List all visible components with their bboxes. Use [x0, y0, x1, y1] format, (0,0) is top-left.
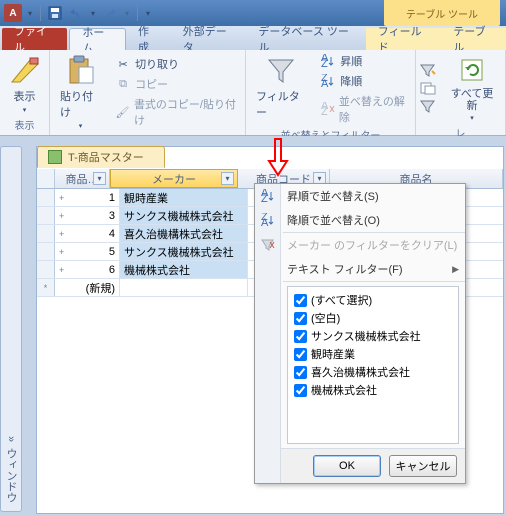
sort-asc-icon: AZ — [320, 53, 336, 69]
selection-icon[interactable] — [420, 62, 436, 78]
toggle-filter-icon[interactable] — [420, 98, 436, 114]
clear-sort-icon: AZ — [320, 101, 335, 117]
expand-icon[interactable]: + — [59, 265, 64, 275]
ok-button[interactable]: OK — [313, 455, 381, 477]
check-item[interactable]: サンクス機械株式会社 — [292, 327, 454, 345]
svg-text:A: A — [261, 217, 269, 227]
row-selector[interactable] — [37, 189, 55, 206]
brush-icon: 🖌 — [115, 104, 130, 120]
row-selector[interactable] — [37, 225, 55, 242]
menu-clear-filter: メーカー のフィルターをクリア(L) — [255, 233, 465, 257]
col-maker-dropdown[interactable]: ▾ — [221, 172, 234, 185]
paste-icon — [65, 54, 97, 86]
sort-desc-icon: ZA — [260, 212, 276, 228]
checkbox[interactable] — [294, 294, 307, 307]
check-item[interactable]: 機械株式会社 — [292, 381, 454, 399]
funnel-icon — [265, 54, 297, 86]
checkbox[interactable] — [294, 384, 307, 397]
paste-label: 貼り付け — [60, 88, 101, 120]
save-button[interactable] — [46, 4, 64, 22]
format-painter-button[interactable]: 🖌 書式のコピー/貼り付け — [113, 95, 241, 129]
nav-pane-collapsed[interactable]: » ウィンドウ — [0, 146, 22, 512]
checkbox[interactable] — [294, 312, 307, 325]
redo-button[interactable] — [101, 4, 119, 22]
table-icon — [48, 150, 62, 164]
checkbox[interactable] — [294, 366, 307, 379]
check-item[interactable]: 観時産業 — [292, 345, 454, 363]
row-selector[interactable] — [37, 207, 55, 224]
check-item[interactable]: (空白) — [292, 309, 454, 327]
expand-icon[interactable]: + — [59, 229, 64, 239]
tab-table[interactable]: テーブル — [441, 28, 506, 50]
checkbox[interactable] — [294, 348, 307, 361]
column-filter-menu: AZ 昇順で並べ替え(S) ZA 降順で並べ替え(O) メーカー のフィルターを… — [254, 183, 466, 484]
check-item[interactable]: (すべて選択) — [292, 291, 454, 309]
undo-dropdown[interactable]: ▾ — [88, 9, 98, 18]
clear-sort-button[interactable]: AZ 並べ替えの解除 — [318, 92, 411, 126]
undo-button[interactable] — [67, 4, 85, 22]
copy-icon: ⧉ — [115, 76, 131, 92]
tab-home[interactable]: ホーム — [69, 28, 126, 50]
expand-icon[interactable]: + — [59, 247, 64, 257]
check-item[interactable]: 喜久治機構株式会社 — [292, 363, 454, 381]
app-icon: A — [4, 4, 22, 22]
advanced-filter-icon[interactable] — [420, 80, 436, 96]
select-all-cell[interactable] — [37, 169, 55, 188]
filter-checklist[interactable]: (すべて選択) (空白) サンクス機械株式会社 観時産業 喜久治機構株式会社 機… — [287, 286, 459, 444]
svg-text:Z: Z — [321, 106, 328, 116]
menu-sort-asc[interactable]: AZ 昇順で並べ替え(S) — [255, 184, 465, 208]
tab-create[interactable]: 作成 — [126, 28, 171, 50]
ribbon-tabs: ファイル ホーム 作成 外部データ データベース ツール フィールド テーブル — [0, 26, 506, 50]
new-row-marker: * — [37, 279, 55, 296]
view-label: 表示 — [14, 88, 36, 104]
tab-fields[interactable]: フィールド — [366, 28, 441, 50]
refresh-label: すべて更新 — [449, 88, 495, 112]
tab-database-tools[interactable]: データベース ツール — [246, 28, 365, 50]
cut-button[interactable]: ✂ 切り取り — [113, 55, 241, 73]
view-button[interactable]: 表示 ▾ — [4, 52, 45, 116]
checkbox[interactable] — [294, 330, 307, 343]
app-menu-dropdown[interactable]: ▾ — [25, 9, 35, 18]
cancel-button[interactable]: キャンセル — [389, 455, 457, 477]
group-view: 表示 — [4, 116, 45, 133]
col-maker[interactable]: メーカー ▾ — [110, 169, 238, 188]
scissors-icon: ✂ — [115, 56, 131, 72]
svg-text:Z: Z — [261, 193, 268, 203]
filter-button[interactable]: フィルター — [250, 52, 312, 126]
tab-file[interactable]: ファイル — [2, 28, 67, 50]
menu-text-filters[interactable]: テキスト フィルター(F) ▶ — [255, 257, 465, 281]
refresh-all-button[interactable]: すべて更新 ▾ — [443, 52, 501, 124]
qat-customize[interactable]: ▾ — [143, 9, 153, 18]
clear-filter-icon — [260, 237, 276, 253]
copy-button[interactable]: ⧉ コピー — [113, 75, 241, 93]
view-icon — [9, 54, 41, 86]
filter-buttons: OK キャンセル — [255, 448, 465, 483]
svg-text:Z: Z — [321, 58, 328, 68]
paste-button[interactable]: 貼り付け ▾ — [54, 52, 107, 132]
submenu-arrow-icon: ▶ — [452, 264, 459, 275]
row-selector[interactable] — [37, 261, 55, 278]
col-id[interactable]: 商品… ▾ — [55, 169, 110, 188]
sort-asc-button[interactable]: AZ 昇順 — [318, 52, 411, 70]
object-tab[interactable]: T-商品マスター — [37, 146, 165, 168]
svg-text:A: A — [321, 78, 329, 88]
col-id-dropdown[interactable]: ▾ — [93, 172, 106, 185]
row-selector[interactable] — [37, 243, 55, 260]
tab-external-data[interactable]: 外部データ — [171, 28, 247, 50]
ribbon: 表示 ▾ 表示 貼り付け ▾ ✂ 切り取り ⧉ コピー — [0, 50, 506, 136]
expand-icon[interactable]: + — [59, 193, 64, 203]
filter-label: フィルター — [256, 88, 306, 120]
expand-icon[interactable]: + — [59, 211, 64, 221]
menu-sort-desc[interactable]: ZA 降順で並べ替え(O) — [255, 208, 465, 232]
refresh-icon — [456, 54, 488, 86]
sort-asc-icon: AZ — [260, 188, 276, 204]
sort-desc-icon: ZA — [320, 73, 336, 89]
redo-dropdown[interactable]: ▾ — [122, 9, 132, 18]
sort-desc-button[interactable]: ZA 降順 — [318, 72, 411, 90]
